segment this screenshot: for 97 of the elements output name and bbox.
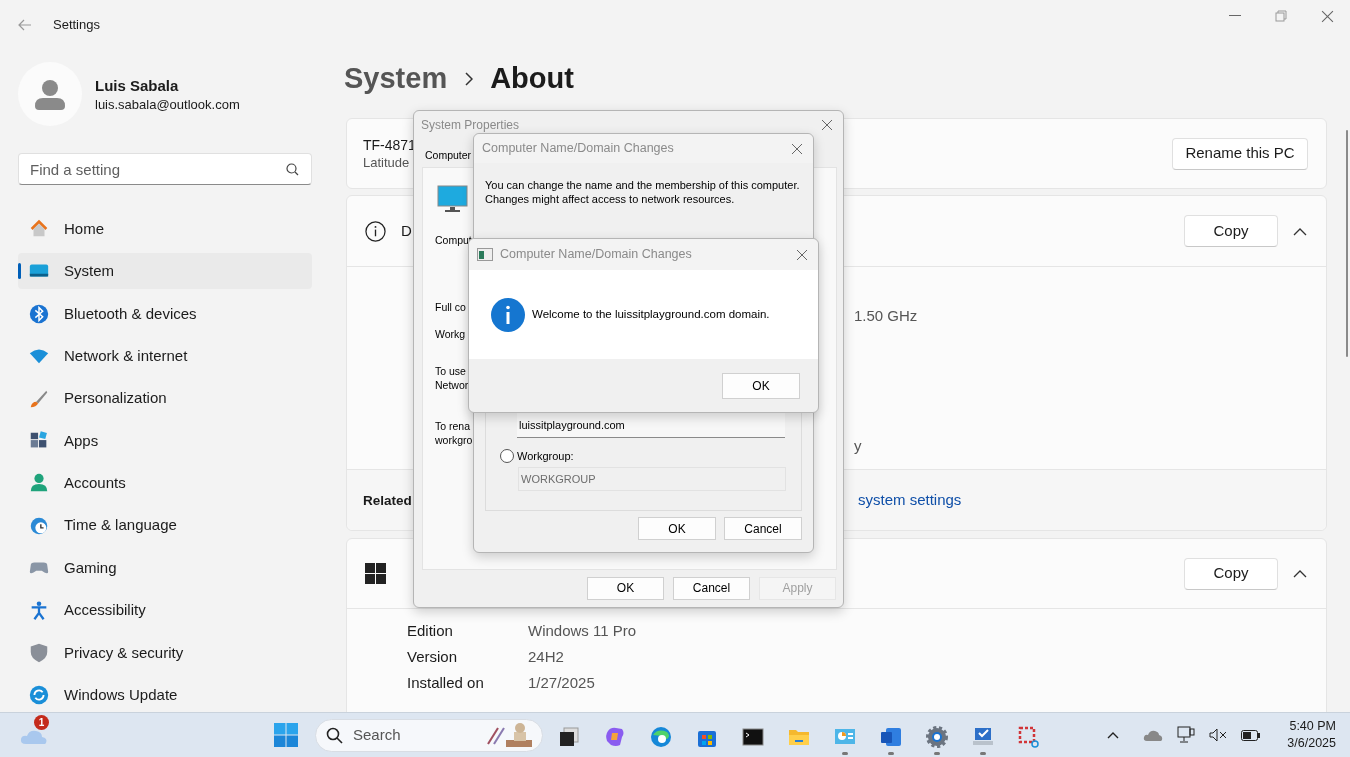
workgroup-field[interactable]: WORKGROUP (518, 467, 786, 491)
chevron-up-icon[interactable] (1107, 731, 1120, 739)
selection-indicator (18, 263, 21, 280)
running-indicator (842, 752, 848, 755)
window-title: Settings (53, 16, 100, 35)
nav-item[interactable]: Gaming (18, 550, 312, 587)
nav-item[interactable]: Time & language (18, 507, 312, 544)
device-model: Latitude (363, 154, 411, 171)
settings-icon[interactable] (925, 725, 949, 749)
dialog-button[interactable]: Cancel (724, 517, 802, 540)
highlight-drawing (484, 722, 534, 748)
windows-logo-icon (365, 563, 386, 584)
copy-button[interactable]: Copy (1184, 215, 1278, 247)
clock-date[interactable]: 3/6/2025 (1287, 735, 1336, 752)
avatar-icon[interactable] (18, 62, 82, 126)
monitor-icon (437, 184, 468, 214)
ok-button[interactable]: OK (722, 372, 800, 399)
nav-item[interactable]: System (18, 253, 312, 290)
tab[interactable]: Computer (425, 148, 472, 164)
dialog-text: Full co (435, 299, 466, 314)
taskbar-search-box[interactable]: Search (315, 718, 543, 752)
nav-item[interactable]: Windows Update (18, 677, 312, 714)
spec-value: y (854, 435, 862, 456)
spec-value: Windows 11 Pro (528, 620, 637, 641)
spec-value: 1.50 GHz (854, 305, 918, 326)
nav-item[interactable]: Home (18, 211, 312, 247)
dialog-button[interactable]: Cancel (673, 576, 750, 600)
close-icon[interactable] (796, 248, 808, 261)
back-arrow-icon[interactable] (18, 19, 32, 31)
radio-label: Workgroup: (517, 449, 574, 464)
spec-label: Installed on (407, 674, 484, 691)
dialog-title: Computer Name/Domain Changes (482, 140, 674, 158)
device-name: TF-4871 (363, 136, 416, 154)
shield-icon (28, 641, 50, 664)
section-heading: D (401, 220, 412, 241)
chevron-right-icon (464, 72, 474, 86)
scrollbar[interactable] (1346, 130, 1348, 357)
rename-button[interactable]: Rename this PC (1172, 137, 1308, 170)
running-indicator (934, 752, 940, 755)
nav-item[interactable]: Accessibility (18, 592, 312, 629)
nav-item[interactable]: Bluetooth & devices (18, 295, 312, 332)
message-text: Welcome to the luissitplayground.com domain. (532, 306, 770, 322)
running-indicator (888, 752, 894, 755)
breadcrumb-item: About (490, 61, 574, 97)
window-icon (477, 248, 493, 261)
copy-button[interactable]: Copy (1184, 557, 1278, 590)
chevron-up-icon[interactable] (1293, 226, 1307, 236)
document-icon[interactable] (879, 725, 903, 749)
nav-item[interactable]: Apps (18, 422, 312, 459)
spec-label: Version (407, 648, 458, 665)
close-icon[interactable] (791, 142, 803, 155)
refresh-icon (28, 684, 50, 707)
terminal-icon[interactable] (741, 725, 765, 749)
account-email: luis.sabala@outlook.com (95, 95, 240, 113)
dialog-text: To use Networ (435, 363, 469, 392)
close-icon[interactable] (821, 119, 833, 131)
dialog-text: Comput (435, 232, 472, 247)
breadcrumb-item[interactable]: System (344, 57, 448, 101)
search-icon (286, 163, 299, 176)
nav-item[interactable]: Accounts (18, 465, 312, 502)
dialog-button[interactable]: OK (638, 517, 716, 540)
bluetooth-icon (28, 302, 50, 325)
nav-item[interactable]: Privacy & security (18, 634, 312, 671)
minimize-icon[interactable] (1229, 15, 1241, 17)
close-icon[interactable] (1321, 9, 1334, 23)
info-icon (365, 220, 386, 242)
battery-icon[interactable] (1241, 729, 1262, 741)
nav-item[interactable]: Personalization (18, 380, 312, 417)
nav-item[interactable]: Network & internet (18, 338, 312, 375)
snipping-icon[interactable] (1017, 725, 1041, 749)
start-icon[interactable] (274, 723, 298, 747)
account-name: Luis Sabala (95, 75, 180, 96)
notification-badge: 1 (34, 715, 49, 730)
dialog-description: You can change the name and the membership of this computer. Changes might affect access to network resources. (485, 178, 801, 206)
search-icon (326, 726, 343, 744)
dialog-title: System Properties (421, 117, 520, 134)
taskbar-search-input[interactable]: Search (353, 723, 473, 747)
dialog-button[interactable]: OK (587, 576, 664, 600)
cloud-icon[interactable] (1143, 728, 1164, 742)
spec-value: 1/27/2025 (528, 672, 595, 693)
domain-field[interactable]: luissitplayground.com (517, 413, 785, 438)
running-indicator (980, 752, 986, 755)
clock-time[interactable]: 5:40 PM (1289, 718, 1336, 735)
settings-link[interactable]: system settings (858, 488, 962, 512)
related-label: Related (363, 493, 412, 508)
settings-search-field[interactable]: Find a setting (18, 153, 312, 185)
info-icon (491, 297, 525, 332)
mute-icon[interactable] (1209, 728, 1228, 742)
dialog-text: To rena workgro (435, 418, 473, 447)
spec-value: 24H2 (528, 646, 564, 667)
dialog-text: Workg (435, 326, 466, 341)
browser-icon[interactable] (649, 725, 673, 749)
chevron-up-icon[interactable] (1293, 569, 1307, 578)
task-view-icon[interactable] (557, 725, 581, 749)
dialog-title: Computer Name/Domain Changes (500, 246, 692, 264)
network-icon[interactable] (1177, 726, 1196, 744)
spec-label: Edition (407, 622, 453, 639)
